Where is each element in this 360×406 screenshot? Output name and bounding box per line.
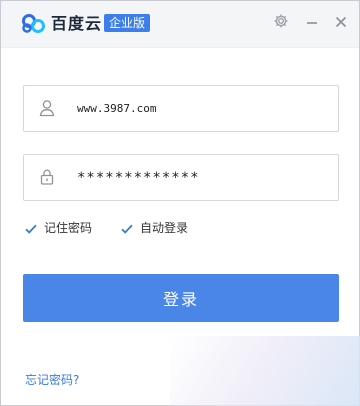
auto-login-checkbox[interactable]: 自动登录 [120, 220, 188, 236]
gear-icon [273, 13, 289, 33]
login-window: 百度云 企业版 www.3987.com ************* 记住密码 … [0, 0, 360, 406]
username-input[interactable] [77, 86, 327, 131]
close-icon [334, 14, 348, 33]
minimize-button[interactable] [303, 14, 321, 32]
close-button[interactable] [332, 14, 350, 32]
username-field[interactable] [23, 85, 339, 132]
password-input[interactable] [77, 155, 327, 200]
user-icon [37, 98, 57, 118]
remember-password-label: 记住密码 [44, 221, 93, 235]
lock-icon [37, 167, 57, 187]
auto-login-label: 自动登录 [140, 221, 189, 235]
settings-button[interactable] [272, 14, 290, 32]
title-bar[interactable]: 百度云 企业版 [1, 1, 359, 48]
checkbox-checked-icon [24, 221, 38, 235]
checkbox-checked-icon [120, 221, 134, 235]
minimize-icon [305, 14, 319, 33]
edition-badge: 企业版 [104, 14, 151, 32]
forgot-password-link[interactable]: 忘记密码? [25, 371, 79, 388]
app-name: 百度云 [51, 14, 103, 33]
baidu-cloud-logo-icon [20, 13, 48, 35]
password-field[interactable] [23, 154, 339, 201]
remember-password-checkbox[interactable]: 记住密码 [24, 220, 92, 236]
login-button[interactable]: 登录 [23, 274, 339, 322]
